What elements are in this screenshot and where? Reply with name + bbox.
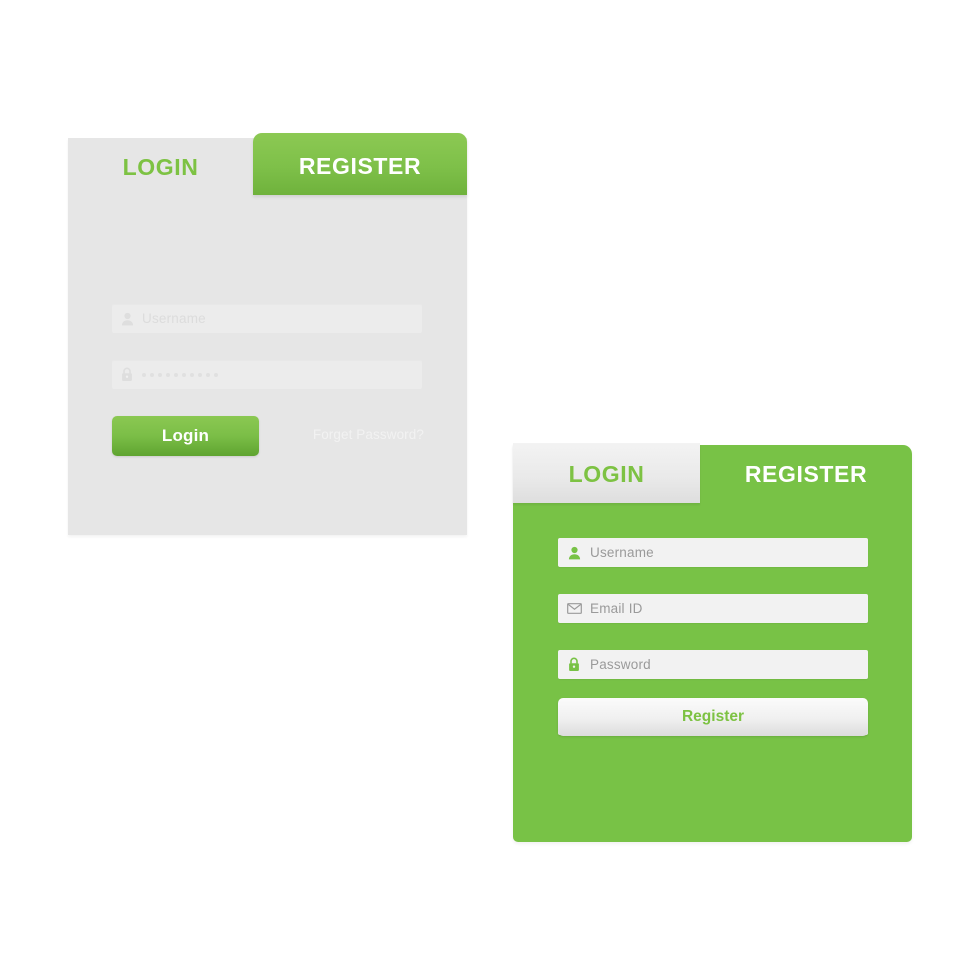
password-field[interactable] bbox=[112, 360, 422, 389]
login-form: Username bbox=[112, 304, 424, 416]
forget-password-link[interactable]: Forget Password? bbox=[313, 427, 424, 442]
password-masked-value bbox=[142, 372, 218, 377]
login-submit-button[interactable]: Login bbox=[112, 416, 259, 456]
lock-icon bbox=[558, 650, 590, 679]
tab-login[interactable]: LOGIN bbox=[68, 138, 253, 196]
tab-login-label: LOGIN bbox=[122, 153, 199, 180]
login-actions: Login Forget Password? bbox=[112, 416, 424, 456]
user-icon bbox=[112, 304, 142, 333]
tab-login-label: LOGIN bbox=[568, 460, 645, 487]
username-placeholder: Username bbox=[142, 311, 206, 326]
email-placeholder: Email ID bbox=[590, 601, 643, 616]
username-field[interactable]: Username bbox=[558, 538, 868, 567]
envelope-icon bbox=[558, 594, 590, 623]
password-field[interactable]: Password bbox=[558, 650, 868, 679]
tab-login[interactable]: LOGIN bbox=[513, 443, 700, 503]
register-panel: LOGIN REGISTER Username Email ID Passwor… bbox=[513, 443, 912, 842]
user-icon bbox=[558, 538, 590, 567]
username-field[interactable]: Username bbox=[112, 304, 422, 333]
password-placeholder: Password bbox=[590, 657, 651, 672]
email-field[interactable]: Email ID bbox=[558, 594, 868, 623]
lock-icon bbox=[112, 360, 142, 389]
tab-register[interactable]: REGISTER bbox=[253, 133, 467, 195]
username-placeholder: Username bbox=[590, 545, 654, 560]
login-panel: LOGIN REGISTER Username Login Forget Pas… bbox=[68, 133, 467, 535]
tab-register-label: REGISTER bbox=[744, 460, 868, 487]
tab-register[interactable]: REGISTER bbox=[700, 445, 912, 503]
register-submit-button[interactable]: Register bbox=[558, 698, 868, 736]
tab-register-label: REGISTER bbox=[298, 152, 422, 179]
